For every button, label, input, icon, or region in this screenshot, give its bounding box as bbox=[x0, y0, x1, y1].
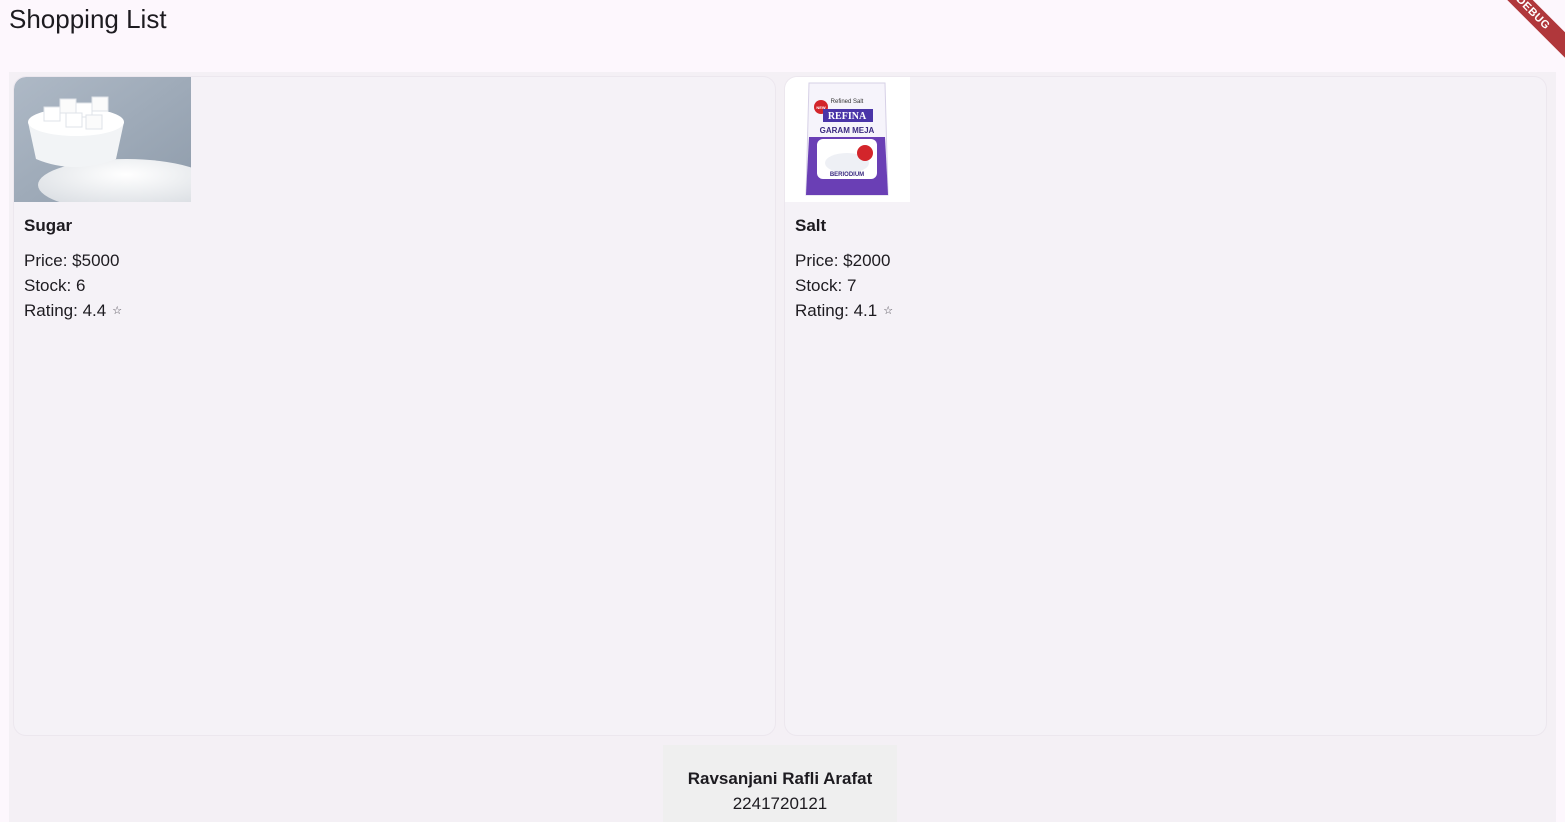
salt-package-image: Refined Salt REFINA GARAM MEJA BERIODIUM… bbox=[785, 77, 910, 202]
product-price: Price: $5000 bbox=[24, 251, 120, 270]
product-stock: Stock: 7 bbox=[795, 276, 857, 295]
star-icon: ☆ bbox=[883, 305, 894, 317]
product-stock: Stock: 6 bbox=[24, 276, 86, 295]
salt-package-bottom: BERIODIUM bbox=[830, 172, 864, 178]
rating-text: Rating: 4.1 bbox=[795, 301, 878, 320]
salt-package-brand: REFINA bbox=[828, 111, 867, 122]
page-title: Shopping List bbox=[9, 4, 167, 34]
product-name: Salt bbox=[795, 216, 827, 235]
product-price: Price: $2000 bbox=[795, 251, 891, 270]
footer-student-id: 2241720121 bbox=[732, 794, 828, 813]
star-icon: ☆ bbox=[112, 305, 123, 317]
footer: Ravsanjani Rafli Arafat 2241720121 bbox=[663, 745, 897, 822]
salt-package-product: GARAM MEJA bbox=[820, 126, 875, 135]
footer-author-name: Ravsanjani Rafli Arafat bbox=[687, 769, 873, 788]
sugar-bowl-image bbox=[14, 77, 191, 202]
product-name: Sugar bbox=[24, 216, 73, 235]
salt-package-badge: NEW bbox=[816, 105, 826, 110]
debug-banner: DEBUG bbox=[1477, 0, 1565, 69]
product-rating: Rating: 4.1 ☆ bbox=[795, 301, 893, 321]
product-grid: Sugar Price: $5000 Stock: 6 Rating: 4.4 ☆… bbox=[9, 72, 1556, 822]
product-rating: Rating: 4.4 ☆ bbox=[24, 301, 122, 321]
product-card-salt[interactable]: Refined Salt REFINA GARAM MEJA BERIODIUM… bbox=[785, 77, 1546, 735]
rating-text: Rating: 4.4 bbox=[24, 301, 107, 320]
salt-package-top-text: Refined Salt bbox=[831, 99, 864, 105]
product-card-sugar[interactable]: Sugar Price: $5000 Stock: 6 Rating: 4.4 ☆ bbox=[14, 77, 775, 735]
